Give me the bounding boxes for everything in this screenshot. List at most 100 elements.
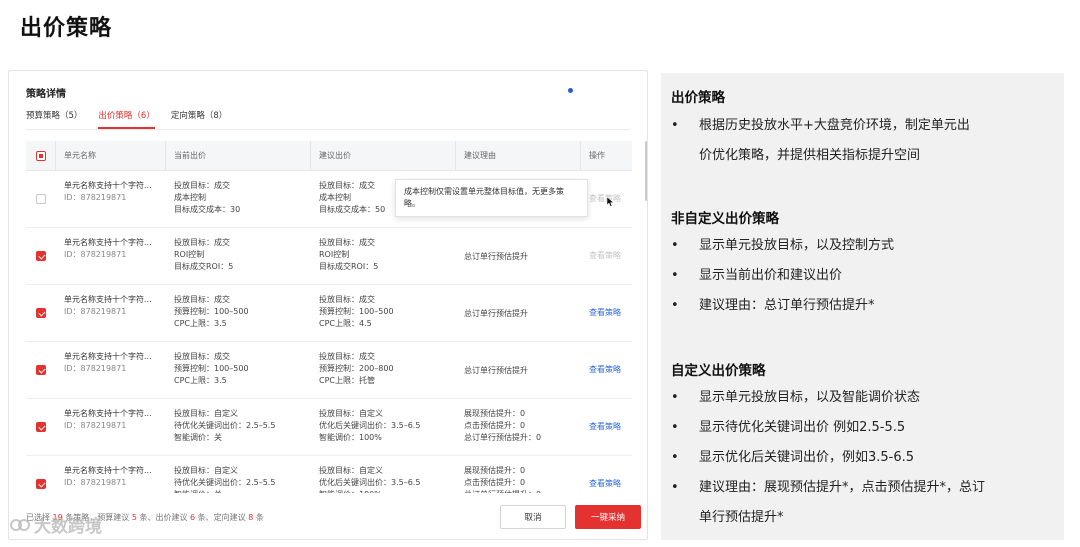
cell-line: 投放目标：自定义 xyxy=(174,466,238,475)
row-select-cell[interactable] xyxy=(26,342,56,398)
view-strategy-link[interactable]: 查看策略 xyxy=(589,307,621,319)
suggested-bid-cell: 投放目标：自定义优化后关键词出价：3.5–6.5 智能调价：100% xyxy=(311,399,456,455)
unit-id: ID：878219871 xyxy=(64,364,127,373)
section-heading: 出价策略 xyxy=(671,90,725,106)
row-checkbox[interactable] xyxy=(36,308,46,318)
tab-targeting-strategy[interactable]: 定向策略（8） xyxy=(171,109,227,129)
suggested-bid-cell: 投放目标：成交 预算控制：200–800 CPC上限：托管 xyxy=(311,342,456,398)
unit-name-cell: 单元名称支持十个字符... ID：878219871 xyxy=(56,399,166,455)
table-header: 单元名称 当前出价 建议出价 建议理由 操作 xyxy=(26,141,632,171)
cell-line: CPC上限：3.5 xyxy=(174,376,227,385)
table-row: 单元名称支持十个字符... ID：878219871 投放目标：成交预算控制：100… xyxy=(26,342,632,399)
reason-line: 总订单行预估提升：0 xyxy=(464,489,581,493)
current-bid-cell: 投放目标：自定义待优化关键词出价：2.5–5.5 智能调价：关 xyxy=(166,399,311,455)
row-select-cell[interactable] xyxy=(26,399,56,455)
unit-name-cell: 单元名称支持十个字符... ID：878219871 xyxy=(56,456,166,493)
reason-line: 展现预估提升：0 xyxy=(464,466,526,475)
cell-line: 目标成交ROI：5 xyxy=(174,262,234,271)
row-select-cell[interactable] xyxy=(26,456,56,493)
view-strategy-link[interactable]: 查看策略 xyxy=(589,478,621,490)
suggested-bid-cell: 投放目标：成交 预算控制：100–500 CPC上限：4.5 xyxy=(311,285,456,341)
suggested-bid-cell: 投放目标：自定义优化后关键词出价：3.5–6.5 智能调价：100% xyxy=(311,456,456,493)
unit-name-cell: 单元名称支持十个字符... ID：878219871 xyxy=(56,171,166,227)
footer: 已选择 19 条策略，预算建议 5 条、出价建议 6 条、定向建议 8 条 取消… xyxy=(26,505,641,531)
current-bid-cell: 投放目标：成交 预算控制：100–500 CPC上限：3.5 xyxy=(166,342,311,398)
list-item: • 建议理由：展现预估提升*，点击预估提升*，总订 xyxy=(671,480,986,495)
row-checkbox[interactable] xyxy=(36,194,46,204)
list-item: 价优化策略，并提供相关指标提升空间 xyxy=(699,148,921,163)
unit-name-cell: 单元名称支持十个字符... ID：878219871 xyxy=(56,342,166,398)
cell-line: 投放目标：自定义 xyxy=(319,466,383,475)
operation-cell: 查看策略 xyxy=(581,228,632,284)
row-checkbox[interactable] xyxy=(36,365,46,375)
cell-line: 投放目标：成交 xyxy=(319,352,375,361)
cell-line: 目标成交成本：30 xyxy=(174,205,241,214)
explanation-panel: 出价策略 • 根据历史投放水平+大盘竞价环境，制定单元出 价优化策略，并提供相关指… xyxy=(661,73,1064,540)
view-strategy-link[interactable]: 查看策略 xyxy=(589,250,621,262)
row-checkbox[interactable] xyxy=(36,251,46,261)
select-all-checkbox[interactable] xyxy=(35,150,46,161)
reason-line: 总订单行预估提升 xyxy=(464,366,528,375)
col-operation: 操作 xyxy=(589,151,605,160)
section-heading: 非自定义出价策略 xyxy=(671,211,779,227)
cell-line: 预算控制：100–500 xyxy=(174,307,249,316)
col-suggested-bid: 建议出价 xyxy=(311,141,456,170)
cell-line: 成本控制 xyxy=(174,193,206,202)
cell-line: 预算控制：100–500 xyxy=(174,364,249,373)
suggested-bid-cell: 投放目标：成交 ROI控制 目标成交ROI：5 xyxy=(311,228,456,284)
cell-line: 智能调价：关 xyxy=(174,433,222,442)
cell-line: 投放目标：自定义 xyxy=(319,409,383,418)
row-checkbox[interactable] xyxy=(36,422,46,432)
unit-name: 单元名称支持十个字符... xyxy=(64,352,152,361)
reason-cell: 总订单行预估提升 xyxy=(456,285,581,341)
cancel-button[interactable]: 取消 xyxy=(500,505,566,529)
page-title: 出价策略 xyxy=(20,16,113,41)
cell-line: 投放目标：成交 xyxy=(174,238,230,247)
cell-line: CPC上限：4.5 xyxy=(319,319,372,328)
current-bid-cell: 投放目标：成交 成本控制 目标成交成本：30 xyxy=(166,171,311,227)
operation-cell: 查看策略 xyxy=(581,342,632,398)
status-dot-icon xyxy=(568,88,573,93)
cell-line: 待优化关键词出价：2.5–5.5 xyxy=(174,478,276,487)
header-select-all[interactable] xyxy=(26,141,56,170)
row-select-cell[interactable] xyxy=(26,285,56,341)
strategy-tabs: 预算策略（5） 出价策略（6） 定向策略（8） xyxy=(26,109,227,129)
row-checkbox[interactable] xyxy=(36,479,46,489)
list-item: • 显示单元投放目标，以及控制方式 xyxy=(671,238,895,253)
reason-line: 总订单行预估提升：0 xyxy=(464,433,542,442)
list-item: • 显示当前出价和建议出价 xyxy=(671,268,843,283)
mouse-cursor-icon xyxy=(607,197,615,207)
view-strategy-link[interactable]: 查看策略 xyxy=(589,364,621,376)
cell-line: CPC上限：托管 xyxy=(319,376,375,385)
row-select-cell[interactable] xyxy=(26,228,56,284)
tooltip: 成本控制仅需设置单元整体目标值，无更多策略。 xyxy=(395,179,588,217)
reason-line: 总订单行预估提升 xyxy=(464,252,528,261)
col-current-bid: 当前出价 xyxy=(166,141,311,170)
table-row: 单元名称支持十个字符... ID：878219871 投放目标：自定义 待优化关键词出… xyxy=(26,399,632,456)
reason-cell: 总订单行预估提升 xyxy=(456,228,581,284)
panel-title: 策略详情 xyxy=(26,89,66,100)
adopt-all-button[interactable]: 一键采纳 xyxy=(575,505,641,529)
row-select-cell[interactable] xyxy=(26,171,56,227)
cell-line: 投放目标：成交 xyxy=(174,295,230,304)
current-bid-cell: 投放目标：成交 ROI控制目标成交ROI：5 xyxy=(166,228,311,284)
tab-budget-strategy[interactable]: 预算策略（5） xyxy=(26,109,82,129)
scrollbar[interactable] xyxy=(645,141,647,201)
cell-line: ROI控制 xyxy=(174,250,205,259)
reason-cell: 总订单行预估提升 xyxy=(456,342,581,398)
tab-bid-strategy[interactable]: 出价策略（6） xyxy=(98,109,155,129)
current-bid-cell: 投放目标：成交 预算控制：100–500 CPC上限：3.5 xyxy=(166,285,311,341)
section-heading: 自定义出价策略 xyxy=(671,363,766,379)
unit-id: ID：878219871 xyxy=(64,421,127,430)
reason-line: 总订单行预估提升 xyxy=(464,309,528,318)
watermark: 大数跨境 xyxy=(10,512,102,537)
tabs-divider xyxy=(26,129,630,130)
unit-id: ID：878219871 xyxy=(64,193,127,202)
cell-line: 目标成交ROI：5 xyxy=(319,262,379,271)
view-strategy-link[interactable]: 查看策略 xyxy=(589,193,621,205)
view-strategy-link[interactable]: 查看策略 xyxy=(589,421,621,433)
col-unit-name: 单元名称 xyxy=(56,141,166,170)
list-item: • 显示优化后关键词出价，例如3.5-6.5 xyxy=(671,450,915,465)
table-body: 单元名称支持十个字符... ID：878219871 投放目标：成交 成本控制 目标成交… xyxy=(26,171,632,493)
col-suggest-reason: 建议理由 xyxy=(456,141,581,170)
